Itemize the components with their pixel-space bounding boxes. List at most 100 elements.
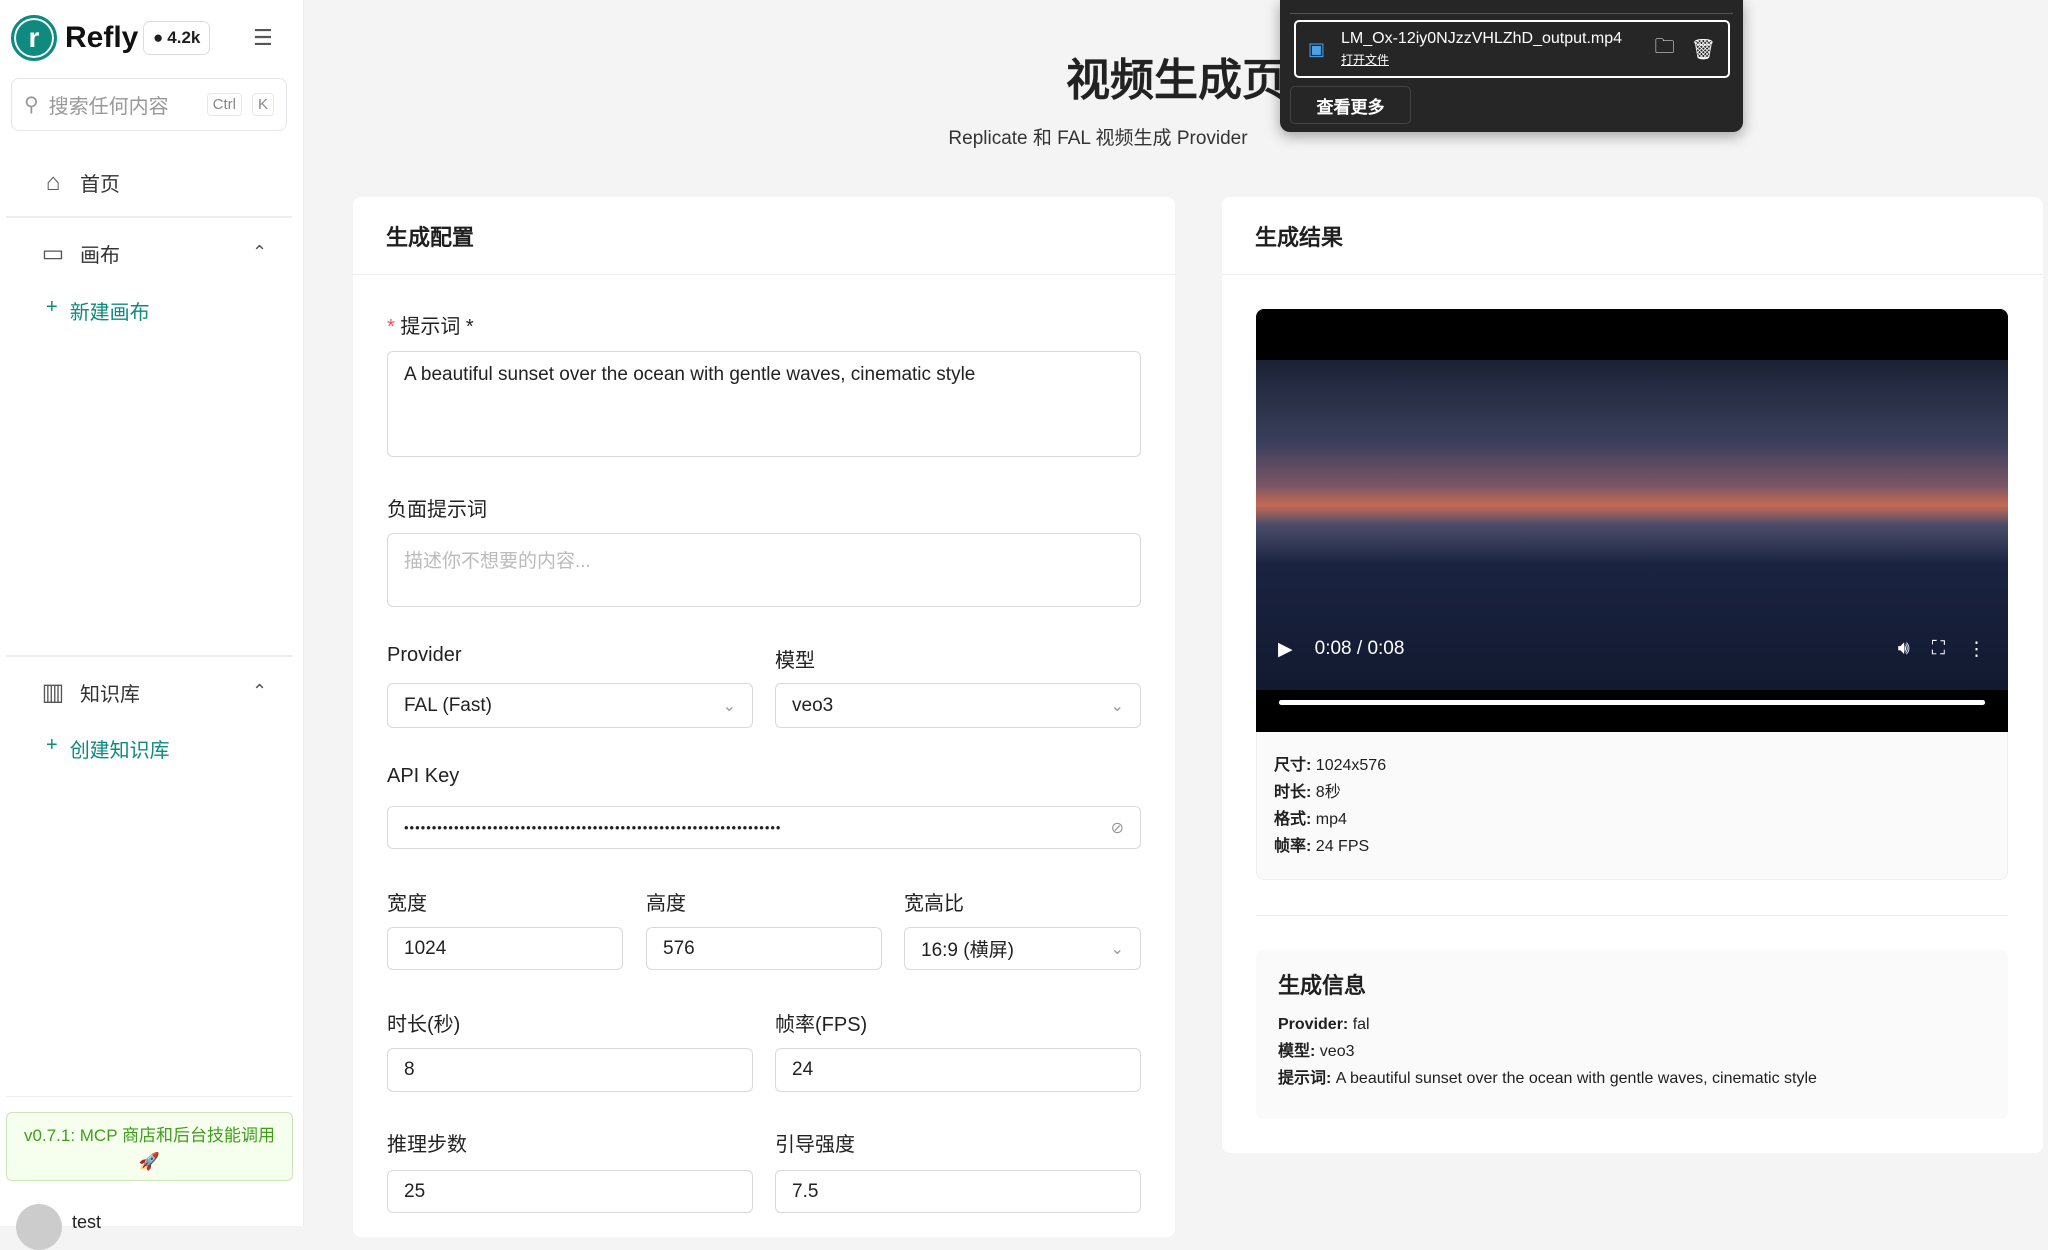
height-input[interactable]: 576 [646, 927, 882, 970]
canvas-icon: ▭ [41, 240, 65, 267]
duration-input[interactable]: 8 [387, 1048, 753, 1092]
search-input[interactable]: ⚲ 搜索任何内容 Ctrl K [11, 78, 287, 131]
duration-value: 8 [404, 1059, 415, 1080]
download-filename: LM_Ox-12iy0NJzzVHLZhD_output.mp4 [1341, 30, 1623, 47]
download-item[interactable]: ▣ LM_Ox-12iy0NJzzVHLZhD_output.mp4 打开文件 🗀… [1294, 20, 1730, 78]
height-value: 576 [663, 937, 695, 959]
config-card: 生成配置 * 提示词 * A beautiful sunset over the… [353, 197, 1175, 1237]
aspect-select[interactable]: 16:9 (横屏) ⌄ [904, 927, 1141, 970]
size-value: 1024x576 [1315, 757, 1387, 774]
duration-label: 时长: [1274, 784, 1312, 801]
volume-icon[interactable]: 🔊︎ [1898, 638, 1910, 660]
logo[interactable]: r Refly [11, 15, 138, 61]
divider [1290, 13, 1733, 14]
kbd-k: K [251, 93, 274, 116]
chevron-up-icon[interactable]: ⌃ [252, 242, 267, 263]
provider-select[interactable]: FAL (Fast) ⌄ [387, 683, 753, 728]
info-model-label: 模型: [1278, 1043, 1316, 1060]
fps-value: 24 FPS [1315, 838, 1370, 855]
plus-icon: + [46, 734, 58, 756]
trash-icon[interactable]: 🗑︎ [1691, 37, 1716, 62]
new-canvas-label: 新建画布 [69, 302, 150, 324]
fps-value: 24 [792, 1059, 814, 1080]
steps-label: 推理步数 [387, 1134, 467, 1156]
api-key-input[interactable]: ••••••••••••••••••••••••••••••••••••••••… [387, 806, 1141, 849]
canvas-label: 画布 [80, 245, 120, 267]
release-banner[interactable]: v0.7.1: MCP 商店和后台技能调用 🚀 [6, 1112, 293, 1181]
prompt-value: A beautiful sunset over the ocean with g… [404, 364, 976, 385]
divider [6, 216, 292, 218]
github-icon: ● [153, 28, 164, 47]
provider-value: FAL (Fast) [404, 694, 492, 716]
divider [6, 1096, 292, 1097]
model-select[interactable]: veo3 ⌄ [775, 683, 1141, 728]
knowledge-label: 知识库 [80, 684, 140, 706]
download-popup: ▣ LM_Ox-12iy0NJzzVHLZhD_output.mp4 打开文件 🗀… [1280, 0, 1743, 132]
chevron-up-icon[interactable]: ⌃ [252, 681, 267, 702]
info-prompt-value: A beautiful sunset over the ocean with g… [1335, 1070, 1817, 1087]
sidebar-item-home[interactable]: ⌂ 首页 [40, 168, 120, 197]
brand-name: Refly [65, 21, 139, 54]
aspect-value: 16:9 (横屏) [921, 940, 1014, 961]
guidance-input[interactable]: 7.5 [775, 1170, 1141, 1213]
fps-label: 帧率: [1274, 838, 1312, 855]
github-stars-count: 4.2k [167, 28, 201, 47]
info-model-value: veo3 [1319, 1043, 1355, 1060]
eye-off-icon[interactable]: ⊘ [1111, 818, 1124, 838]
info-title: 生成信息 [1278, 973, 1367, 998]
size-label: 尺寸: [1274, 757, 1312, 774]
github-stars-button[interactable]: ● 4.2k [143, 21, 211, 55]
info-provider-value: fal [1352, 1016, 1370, 1033]
collapse-sidebar-icon[interactable]: ☰ [253, 25, 273, 51]
divider [1256, 915, 2008, 916]
generation-info: 生成信息 Provider: fal 模型: veo3 提示词: A beaut… [1256, 950, 2008, 1119]
play-icon[interactable]: ▶ [1278, 638, 1293, 661]
prompt-label: * 提示词 * [387, 316, 474, 338]
steps-input[interactable]: 25 [387, 1170, 753, 1213]
new-knowledge-label: 创建知识库 [69, 740, 170, 762]
format-value: mp4 [1315, 811, 1347, 828]
open-file-link[interactable]: 打开文件 [1341, 51, 1639, 68]
page-title: 视频生成页 [1066, 56, 1286, 105]
result-title: 生成结果 [1222, 197, 2043, 275]
fullscreen-icon[interactable]: ⛶ [1932, 638, 1945, 660]
sidebar-item-knowledge[interactable]: ▥ 知识库 [40, 678, 140, 707]
info-provider-label: Provider: [1278, 1016, 1349, 1033]
folder-icon[interactable]: 🗀 [1655, 32, 1675, 66]
sidebar: r Refly ● 4.2k ☰ ⚲ 搜索任何内容 Ctrl K ⌂ 首页 ▭ 画布 ⌃ + 新… [0, 0, 304, 1250]
video-progress-bar[interactable] [1279, 700, 1985, 705]
sidebar-item-canvas[interactable]: ▭ 画布 [40, 239, 120, 268]
rocket-icon: 🚀 [138, 1152, 161, 1171]
api-key-value: ••••••••••••••••••••••••••••••••••••••••… [404, 820, 782, 835]
avatar[interactable] [16, 1204, 62, 1250]
duration-value: 8秒 [1315, 784, 1341, 801]
more-options-icon[interactable]: ⋮ [1967, 638, 1986, 661]
width-input[interactable]: 1024 [387, 927, 623, 970]
width-label: 宽度 [387, 893, 427, 915]
result-card: 生成结果 ▶ 0:08 / 0:08 🔊︎ ⛶ ⋮ 尺寸: 1024x576 时… [1222, 197, 2043, 1153]
api-key-label: API Key [387, 765, 460, 787]
fps-input[interactable]: 24 [775, 1048, 1141, 1092]
new-canvas-button[interactable]: + 新建画布 [46, 296, 150, 325]
model-value: veo3 [792, 694, 834, 716]
search-placeholder: 搜索任何内容 [48, 96, 169, 118]
divider [6, 655, 292, 657]
chevron-down-icon: ⌄ [1110, 697, 1124, 715]
video-file-icon: ▣ [1308, 38, 1326, 59]
home-label: 首页 [80, 174, 120, 196]
plus-icon: + [46, 296, 58, 318]
see-more-button[interactable]: 查看更多 [1290, 86, 1411, 124]
prompt-label-text: 提示词 * [400, 316, 474, 338]
negative-prompt-textarea[interactable]: 描述你不想要的内容... [387, 533, 1141, 607]
video-player[interactable]: ▶ 0:08 / 0:08 🔊︎ ⛶ ⋮ [1256, 309, 2008, 732]
kbd-ctrl: Ctrl [206, 93, 242, 116]
prompt-textarea[interactable]: A beautiful sunset over the ocean with g… [387, 351, 1141, 457]
chevron-down-icon: ⌄ [722, 697, 736, 715]
user-name: test [72, 1212, 102, 1232]
format-label: 格式: [1274, 811, 1312, 828]
info-prompt-label: 提示词: [1278, 1070, 1332, 1087]
banner-text: v0.7.1: MCP 商店和后台技能调用 [24, 1126, 275, 1145]
new-knowledge-button[interactable]: + 创建知识库 [46, 734, 170, 763]
guidance-label: 引导强度 [775, 1134, 855, 1156]
provider-label: Provider [387, 644, 462, 666]
